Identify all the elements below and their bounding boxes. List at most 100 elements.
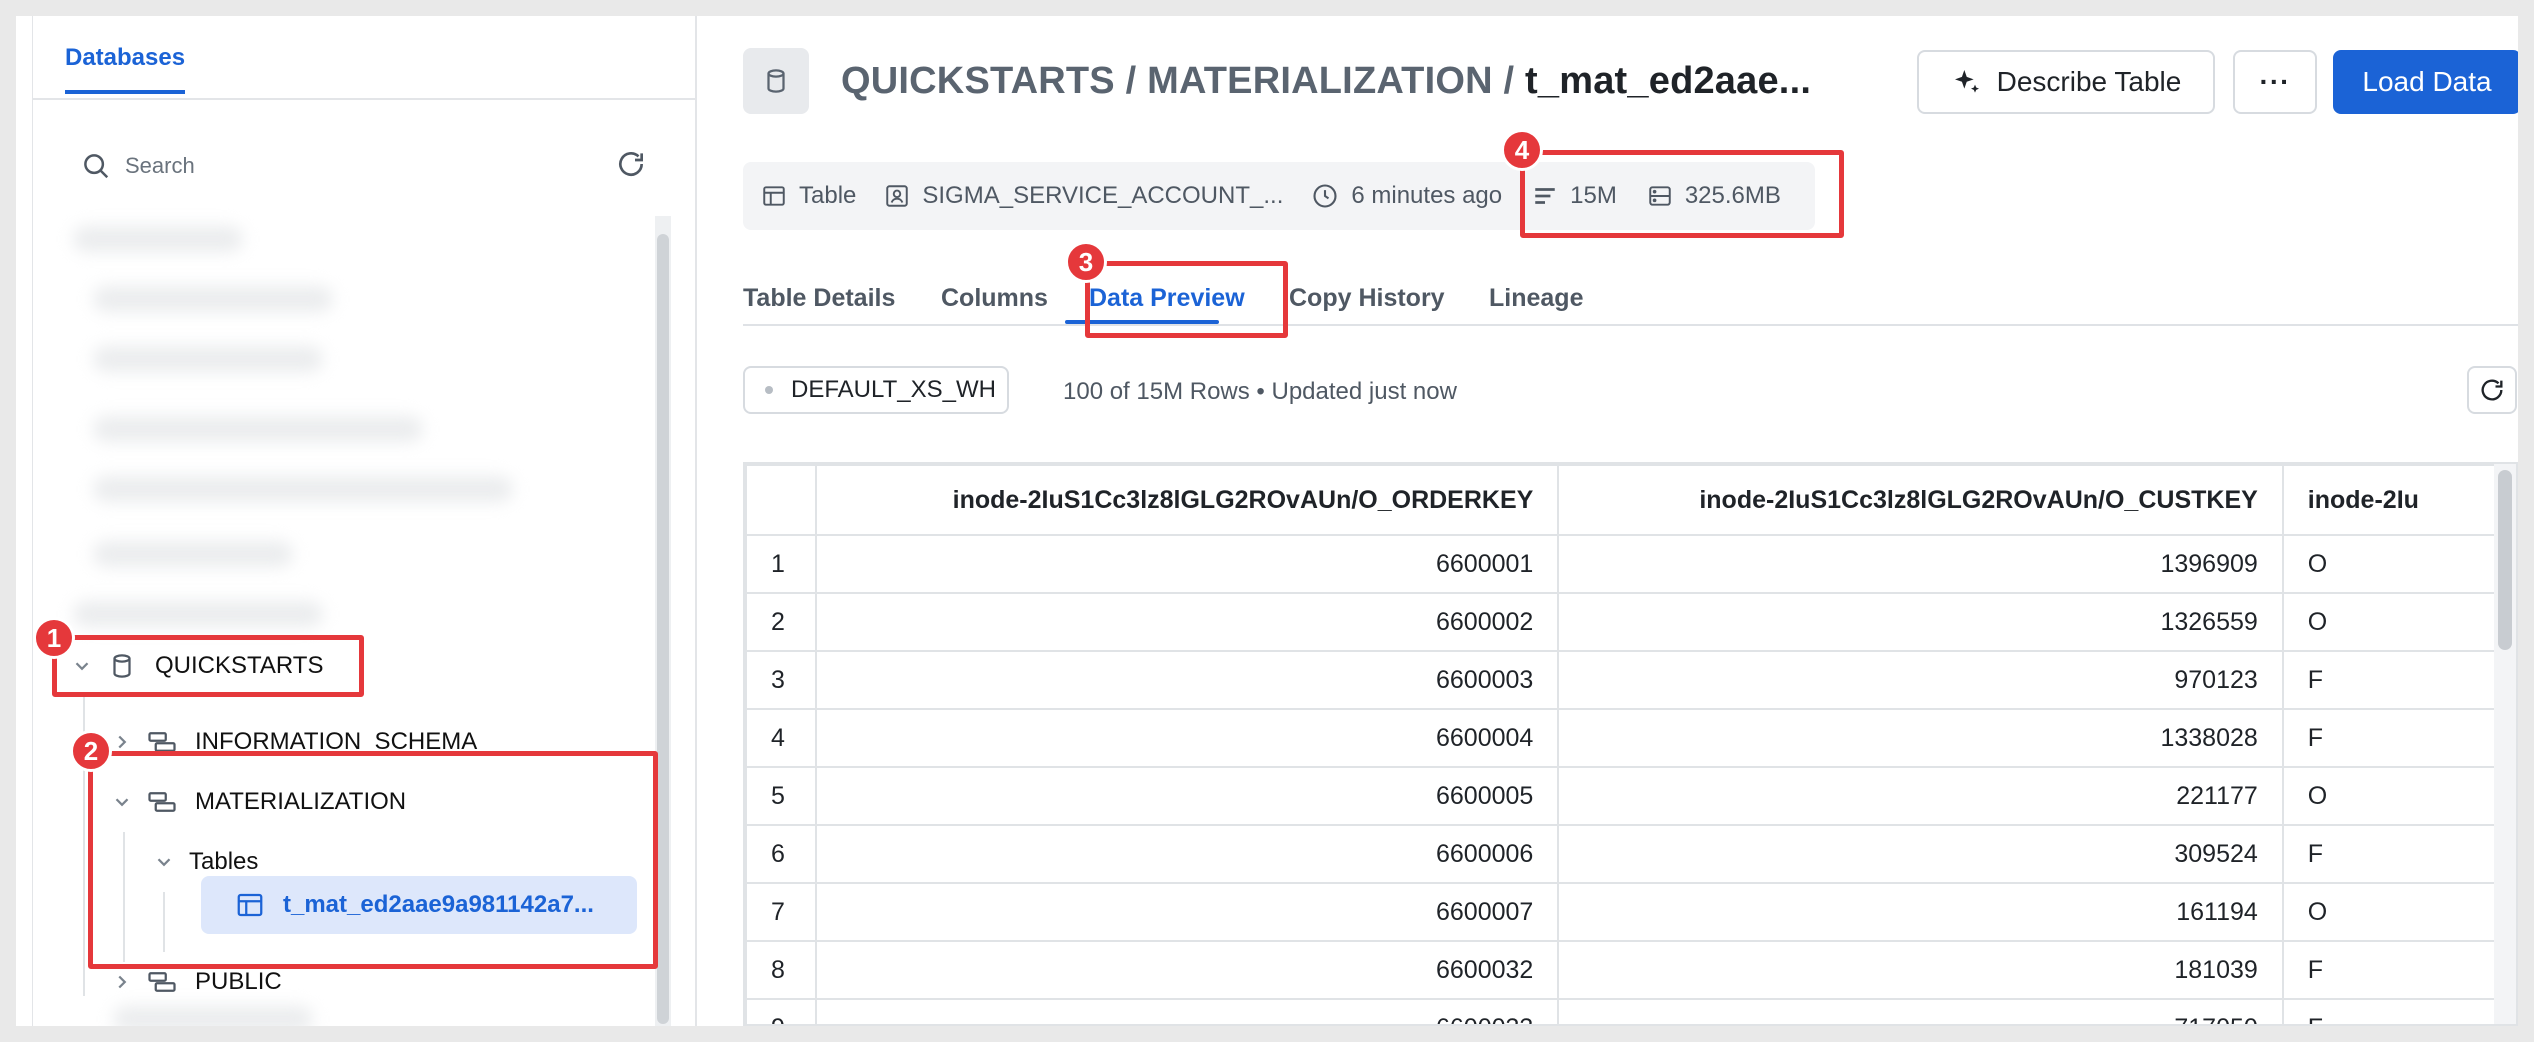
blurred-item [93,286,333,312]
table-row: 8 6600032 181039 F [745,940,2516,1000]
tab-databases[interactable]: Databases [65,44,186,94]
cell[interactable]: F [2281,940,2516,1000]
annotation-box-1 [52,635,364,697]
warehouse-selector[interactable]: DEFAULT_XS_WH [743,366,1009,414]
row-index: 9 [745,998,817,1024]
blurred-item [93,476,513,502]
chevron-right-icon [118,735,127,749]
scrollbar-thumb[interactable] [2498,470,2512,650]
cell[interactable]: O [2281,534,2516,594]
preview-refresh-button[interactable] [2467,366,2517,414]
cell[interactable]: O [2281,592,2516,652]
cell[interactable]: 970123 [1557,650,2284,710]
describe-label: Describe Table [1996,66,2182,97]
tab-lineage[interactable]: Lineage [1489,284,1583,313]
annotation-badge-3: 3 [1065,241,1107,283]
meta-owner-label: SIGMA_SERVICE_ACCOUNT_... [922,182,1284,209]
grid-scrollbar[interactable] [2494,464,2516,1024]
more-icon: ··· [2259,66,2291,97]
refresh-icon [2481,379,2503,401]
preview-table: inode-2IuS1Cc3lz8lGLG2ROvAUn/O_ORDERKEY … [745,464,2516,1024]
row-index: 3 [745,650,817,710]
row-index: 6 [745,824,817,884]
object-icon-box [743,48,809,114]
tab-table-details[interactable]: Table Details [743,284,895,313]
table-header-row: inode-2IuS1Cc3lz8lGLG2ROvAUn/O_ORDERKEY … [745,464,2516,536]
table-row: 7 6600007 161194 O [745,882,2516,942]
search-box[interactable]: Search [81,146,661,186]
table-row: 5 6600005 221177 O [745,766,2516,826]
rows-info: 100 of 15M Rows • Updated just now [1063,378,1457,405]
cell[interactable]: 6600032 [814,940,1560,1000]
annotation-box-3 [1085,261,1288,338]
cell[interactable]: 161194 [1557,882,2284,942]
status-dot [765,386,773,394]
cell[interactable]: 1396909 [1557,534,2284,594]
row-index-header [745,464,817,536]
cell[interactable]: 1326559 [1557,592,2284,652]
row-index: 7 [745,882,817,942]
app-window: Databases Search QUICKSTARTS INFORMATION… [16,16,2518,1026]
cell[interactable]: 6600004 [814,708,1560,768]
cell[interactable]: F [2281,650,2516,710]
more-options-button[interactable]: ··· [2233,50,2317,114]
meta-type: Table [761,182,856,210]
column-header[interactable]: inode-2Iu [2281,464,2516,536]
annotation-badge-4: 4 [1501,129,1543,171]
cell[interactable]: 6600002 [814,592,1560,652]
annotation-badge-2: 2 [70,730,112,772]
table-row: 3 6600003 970123 F [745,650,2516,710]
table-icon [763,186,785,206]
tab-columns[interactable]: Columns [941,284,1048,313]
cell[interactable]: 181039 [1557,940,2284,1000]
blurred-item [93,541,293,567]
scrollbar-thumb[interactable] [657,234,669,1024]
table-row: 9 6600033 717050 F [745,998,2516,1024]
schema-icon [148,972,176,992]
cell[interactable]: 221177 [1557,766,2284,826]
meta-owner: SIGMA_SERVICE_ACCOUNT_... [884,182,1283,210]
load-data-button[interactable]: Load Data [2333,50,2518,114]
sidebar-tabs: Databases [33,16,695,100]
blurred-item [73,226,243,252]
column-header[interactable]: inode-2IuS1Cc3lz8lGLG2ROvAUn/O_CUSTKEY [1557,464,2284,536]
cell[interactable]: 6600006 [814,824,1560,884]
page-title: QUICKSTARTS / MATERIALIZATION / t_mat_ed… [841,60,1811,103]
cell[interactable]: 6600007 [814,882,1560,942]
tab-copy-history[interactable]: Copy History [1289,284,1445,313]
table-row: 2 6600002 1326559 O [745,592,2516,652]
data-preview-grid: inode-2IuS1Cc3lz8lGLG2ROvAUn/O_ORDERKEY … [743,462,2518,1026]
cell[interactable]: 1338028 [1557,708,2284,768]
annotation-box-2 [88,751,658,969]
column-header[interactable]: inode-2IuS1Cc3lz8lGLG2ROvAUn/O_ORDERKEY [814,464,1560,536]
cell[interactable]: 6600001 [814,534,1560,594]
search-icon [84,154,109,179]
blurred-item [73,601,323,627]
cell[interactable]: 717050 [1557,998,2284,1024]
describe-table-button[interactable]: Describe Table [1917,50,2215,114]
search-input[interactable]: Search [125,153,195,179]
meta-updated: 6 minutes ago [1311,182,1502,210]
cell[interactable]: O [2281,882,2516,942]
annotation-badge-1: 1 [33,617,75,659]
cell[interactable]: 6600005 [814,766,1560,826]
cell[interactable]: O [2281,766,2516,826]
cell[interactable]: F [2281,708,2516,768]
meta-updated-label: 6 minutes ago [1351,182,1503,209]
table-row: 4 6600004 1338028 F [745,708,2516,768]
cell[interactable]: 6600033 [814,998,1560,1024]
sparkle-icon [1954,70,1979,93]
chevron-right-icon [118,975,127,989]
cell[interactable]: 309524 [1557,824,2284,884]
cell[interactable]: 6600003 [814,650,1560,710]
refresh-icon[interactable] [615,148,647,180]
database-icon [767,69,785,93]
meta-type-label: Table [799,182,857,209]
table-row: 1 6600001 1396909 O [745,534,2516,594]
row-index: 8 [745,940,817,1000]
detail-tabs: Table Details Columns Data Preview Copy … [743,256,2518,326]
cell[interactable]: F [2281,824,2516,884]
row-index: 2 [745,592,817,652]
cell[interactable]: F [2281,998,2516,1024]
table-name: t_mat_ed2aae... [1525,60,1812,102]
